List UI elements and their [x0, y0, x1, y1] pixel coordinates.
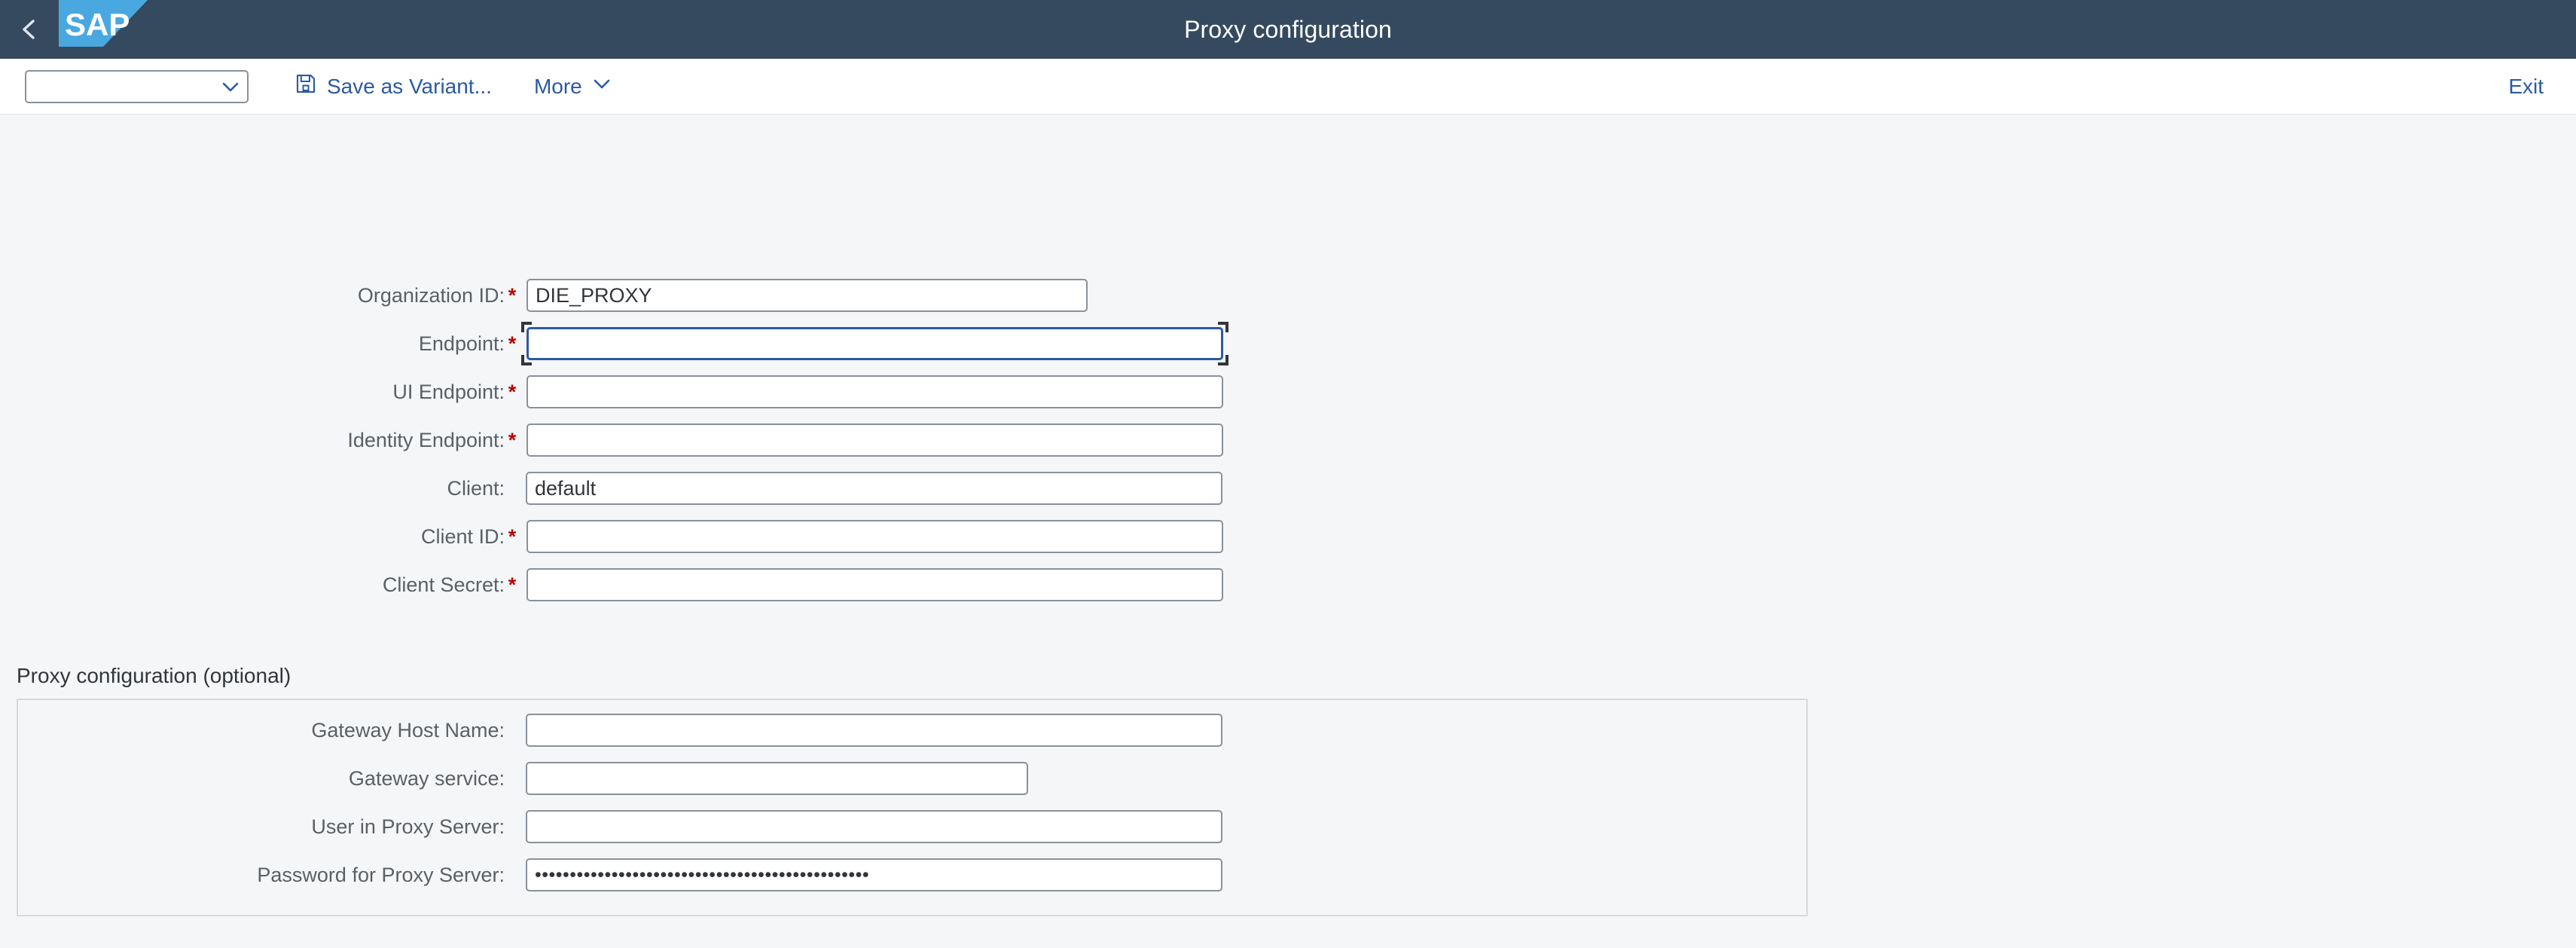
- form-row-gateway-service: Gateway service:: [23, 762, 1028, 795]
- shell-header: SAP Proxy configuration: [0, 0, 2576, 59]
- field-wrap-password-for-proxy-server: ••••••••••••••••••••••••••••••••••••••••…: [526, 858, 1222, 891]
- required-marker: *: [508, 429, 517, 451]
- field-wrap-endpoint: [521, 322, 1228, 365]
- page-title: Proxy configuration: [1184, 16, 1392, 43]
- field-wrap-gateway-host-name: [526, 714, 1222, 747]
- more-button[interactable]: More: [523, 65, 622, 109]
- client-input[interactable]: [526, 472, 1222, 505]
- client-id-input[interactable]: [526, 520, 1223, 553]
- required-marker: *: [508, 381, 517, 403]
- variant-select[interactable]: [25, 69, 249, 103]
- field-wrap-identity-endpoint: [526, 424, 1223, 457]
- label-endpoint: Endpoint:: [418, 332, 505, 355]
- back-button[interactable]: [0, 0, 59, 59]
- gateway-service-input[interactable]: [526, 762, 1028, 795]
- user-in-proxy-server-input[interactable]: [526, 810, 1222, 843]
- form-row-user-in-proxy-server: User in Proxy Server:: [23, 810, 1222, 843]
- label-client: Client:: [447, 477, 505, 500]
- page-content: Organization ID: * Endpoint: * UI Endpoi…: [0, 115, 2576, 948]
- label-identity-endpoint: Identity Endpoint:: [347, 429, 505, 451]
- chevron-left-icon: [17, 17, 42, 42]
- form-row-client-secret: Client Secret: *: [23, 568, 1223, 601]
- label-client-id: Client ID:: [420, 525, 505, 548]
- label-client-secret: Client Secret:: [382, 573, 505, 596]
- exit-button[interactable]: Exit: [2501, 69, 2551, 105]
- toolbar: Save as Variant... More Exit: [0, 59, 2576, 115]
- chevron-down-icon: [214, 77, 247, 96]
- endpoint-input[interactable]: [526, 327, 1223, 360]
- more-label: More: [533, 74, 582, 98]
- field-wrap-client: [526, 472, 1222, 505]
- label-password-for-proxy-server: Password for Proxy Server:: [257, 864, 505, 886]
- form-row-client: Client:: [23, 472, 1222, 505]
- label-ui-endpoint: UI Endpoint:: [392, 381, 505, 403]
- identity-endpoint-input[interactable]: [526, 424, 1223, 457]
- field-wrap-client-id: [526, 520, 1223, 553]
- form-row-endpoint: Endpoint: *: [23, 322, 1228, 365]
- form-row-password-for-proxy-server: Password for Proxy Server: •••••••••••••…: [23, 858, 1222, 891]
- label-gateway-host-name: Gateway Host Name:: [311, 719, 505, 742]
- field-wrap-client-secret: [526, 568, 1223, 601]
- required-marker: *: [508, 284, 517, 307]
- field-wrap-user-in-proxy-server: [526, 810, 1222, 843]
- field-wrap-ui-endpoint: [526, 375, 1223, 408]
- form-row-ui-endpoint: UI Endpoint: *: [23, 375, 1223, 408]
- chevron-down-icon: [592, 74, 612, 99]
- form-row-identity-endpoint: Identity Endpoint: *: [23, 424, 1223, 457]
- save-as-variant-button[interactable]: Save as Variant...: [284, 65, 502, 109]
- password-for-proxy-server-input[interactable]: ••••••••••••••••••••••••••••••••••••••••…: [526, 858, 1222, 891]
- svg-text:SAP: SAP: [65, 7, 130, 42]
- client-secret-input[interactable]: [526, 568, 1223, 601]
- label-organization-id: Organization ID:: [357, 284, 505, 307]
- organization-id-input[interactable]: [526, 279, 1088, 312]
- field-wrap-gateway-service: [526, 762, 1028, 795]
- ui-endpoint-input[interactable]: [526, 375, 1223, 408]
- field-wrap-organization-id: [526, 279, 1088, 312]
- label-gateway-service: Gateway service:: [348, 767, 505, 790]
- save-as-variant-label: Save as Variant...: [327, 74, 492, 98]
- form-row-client-id: Client ID: *: [23, 520, 1223, 553]
- save-floppy-icon: [295, 72, 317, 100]
- required-marker: *: [508, 573, 517, 596]
- required-marker: *: [508, 332, 517, 355]
- required-marker: *: [508, 525, 517, 548]
- optional-section-title: Proxy configuration (optional): [17, 664, 291, 687]
- sap-logo[interactable]: SAP: [59, 0, 148, 59]
- gateway-host-name-input[interactable]: [526, 714, 1222, 747]
- form-row-organization-id: Organization ID: *: [23, 279, 1088, 312]
- form-row-gateway-host-name: Gateway Host Name:: [23, 714, 1222, 747]
- label-user-in-proxy-server: User in Proxy Server:: [311, 815, 505, 838]
